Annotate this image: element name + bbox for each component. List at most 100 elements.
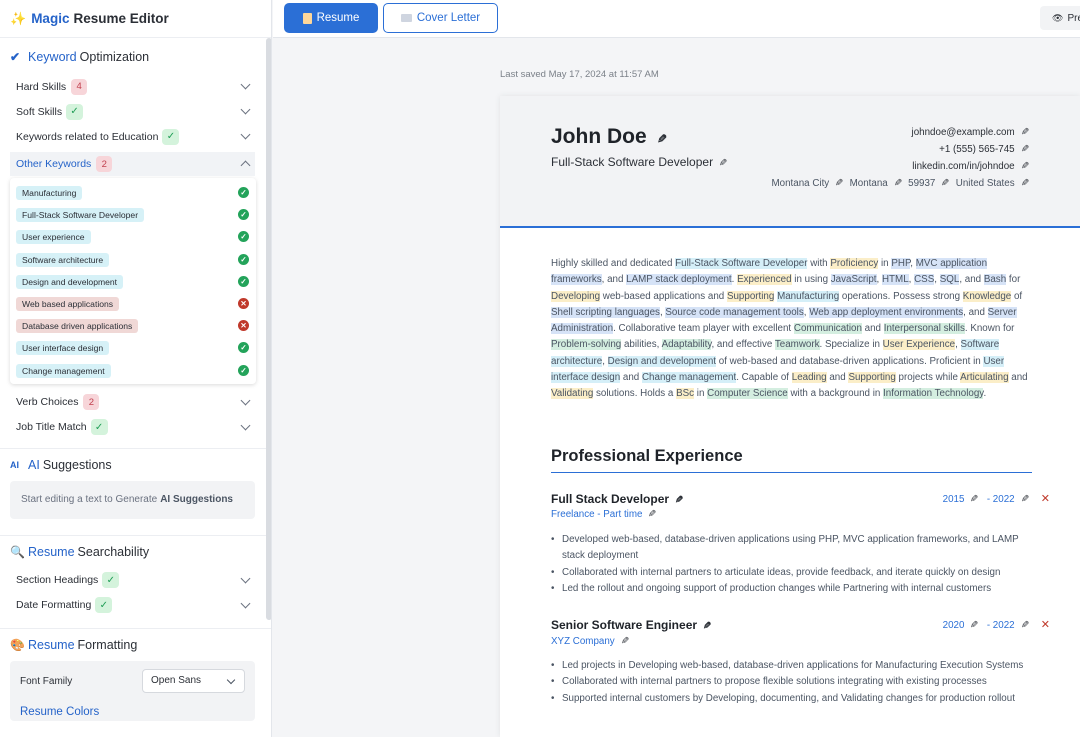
envelope-icon [400, 14, 412, 22]
keyword-optimization-header[interactable]: ✔ Keyword Optimization [0, 40, 271, 74]
keyword-highlight: Adaptability [661, 339, 712, 351]
preview-button[interactable]: 👁 Pre [1040, 6, 1080, 30]
job-title[interactable]: Senior Software Engineer ✎ [551, 618, 711, 632]
resume-colors-label[interactable]: Resume Colors [20, 706, 99, 718]
tab-cover-letter[interactable]: Cover Letter [383, 3, 498, 33]
pencil-icon[interactable]: ✎ [1021, 161, 1029, 172]
keyword-highlight: Shell scripting languages [551, 306, 660, 318]
summary-text: , [955, 339, 961, 351]
sidebar-item-hard-skills[interactable]: Hard Skills 4 [0, 74, 271, 99]
summary-text: operations. Possess strong [839, 290, 963, 302]
keyword-item[interactable]: Software architecture ✓ [10, 249, 256, 271]
tab-resume[interactable]: Resume [284, 3, 378, 33]
sidebar-item-soft-skills[interactable]: Soft Skills ✓ [0, 99, 271, 124]
sidebar-item-education-keywords[interactable]: Keywords related to Education ✓ [0, 124, 271, 149]
job-company[interactable]: Freelance - Part time ✎ [551, 509, 657, 520]
keyword-item[interactable]: Design and development ✓ [10, 271, 256, 293]
pencil-icon[interactable]: ✎ [1021, 144, 1029, 155]
keyword-item[interactable]: Full-Stack Software Developer ✓ [10, 204, 256, 226]
pencil-icon[interactable]: ✎ [894, 178, 902, 189]
pencil-icon[interactable]: ✎ [657, 132, 667, 146]
sidebar-item-section-headings[interactable]: Section Headings ✓ [0, 568, 271, 593]
summary-text: . Collaborative team player with excelle… [613, 323, 794, 335]
pencil-icon[interactable]: ✎ [675, 495, 683, 506]
summary-text: . Specialize in [819, 339, 883, 351]
keyword-item[interactable]: User experience ✓ [10, 226, 256, 248]
pencil-icon[interactable]: ✎ [621, 636, 629, 647]
address-country[interactable]: United States ✎ [956, 178, 1029, 189]
summary-text: , [602, 355, 608, 367]
chevron-down-icon [240, 420, 251, 431]
pencil-icon[interactable]: ✎ [970, 620, 978, 631]
keyword-highlight: Full-Stack Software Developer [675, 258, 808, 269]
job-title[interactable]: Full Stack Developer ✎ [551, 492, 683, 506]
delete-icon[interactable]: ✕ [1041, 618, 1050, 631]
pencil-icon[interactable]: ✎ [1021, 494, 1029, 505]
job-bullets: Led projects in Developing web-based, da… [551, 658, 1032, 708]
keyword-highlight: Supporting [848, 372, 896, 384]
professional-summary[interactable]: Highly skilled and dedicated Full-Stack … [551, 256, 1034, 403]
x-circle-icon: ✕ [238, 297, 249, 309]
ai-suggestions-box: Start editing a text to Generate AI Sugge… [10, 480, 255, 519]
list-item[interactable]: Collaborated with internal partners to p… [551, 674, 1032, 691]
pencil-icon[interactable]: ✎ [835, 178, 843, 189]
keyword-item[interactable]: User interface design ✓ [10, 337, 256, 359]
brand-prefix: Magic [31, 11, 70, 26]
job-dates[interactable]: 2015 ✎ - 2022 ✎ [943, 494, 1029, 505]
font-family-select[interactable]: Open Sans [142, 668, 245, 693]
address-state[interactable]: Montana ✎ [850, 178, 903, 189]
check-circle-icon: ✓ [238, 231, 249, 243]
ai-suggestions-header[interactable]: AI AI Suggestions [0, 449, 271, 481]
keyword-highlight: Teamwork [774, 339, 820, 351]
job-company[interactable]: XYZ Company ✎ [551, 636, 629, 647]
formatting-header[interactable]: 🎨 Resume Formatting [0, 629, 271, 661]
address-city[interactable]: Montana City ✎ [771, 178, 843, 189]
check-badge: ✓ [95, 597, 113, 614]
pencil-icon[interactable]: ✎ [1021, 620, 1029, 631]
keyword-highlight: LAMP stack deployment [626, 274, 732, 286]
keyword-item[interactable]: Web based applications ✕ [10, 293, 256, 315]
sidebar-item-verb-choices[interactable]: Verb Choices 2 [0, 390, 271, 415]
keyword-item[interactable]: Database driven applications ✕ [10, 315, 256, 337]
pencil-icon[interactable]: ✎ [719, 158, 727, 169]
check-circle-icon: ✓ [238, 364, 249, 376]
keyword-item[interactable]: Manufacturing ✓ [10, 182, 256, 204]
list-item[interactable]: Developed web-based, database-driven app… [551, 532, 1032, 565]
summary-text: in using [791, 274, 831, 286]
ai-icon: AI [10, 459, 19, 470]
eye-icon: 👁 [1052, 12, 1064, 23]
section-heading-experience[interactable]: Professional Experience [551, 447, 1032, 473]
searchability-header[interactable]: 🔍 Resume Searchability [0, 536, 271, 568]
chevron-down-icon [240, 129, 251, 140]
pencil-icon[interactable]: ✎ [1021, 178, 1029, 189]
list-item[interactable]: Led the rollout and ongoing support of p… [551, 581, 1032, 598]
pencil-icon[interactable]: ✎ [703, 621, 711, 632]
sidebar-item-date-formatting[interactable]: Date Formatting ✓ [0, 593, 271, 618]
list-item[interactable]: Collaborated with internal partners to a… [551, 565, 1032, 582]
sidebar-scrollbar[interactable] [266, 38, 271, 620]
contact-phone[interactable]: +1 (555) 565-745 ✎ [939, 144, 1029, 155]
pencil-icon[interactable]: ✎ [970, 494, 978, 505]
checkmark-icon: ✔ [10, 50, 21, 64]
list-item[interactable]: Supported internal customers by Developi… [551, 691, 1032, 708]
keyword-item[interactable]: Change management ✓ [10, 360, 256, 382]
delete-icon[interactable]: ✕ [1041, 492, 1050, 505]
pencil-icon[interactable]: ✎ [1021, 127, 1029, 138]
contact-address: Montana City ✎ Montana ✎ 59937 ✎ United Sta… [771, 178, 1029, 189]
keyword-highlight: Change management [641, 372, 737, 384]
summary-text: of web-based and database-driven applica… [716, 355, 984, 367]
list-item[interactable]: Led projects in Developing web-based, da… [551, 658, 1032, 675]
sidebar-item-job-title-match[interactable]: Job Title Match ✓ [0, 415, 271, 440]
pencil-icon[interactable]: ✎ [941, 178, 949, 189]
keyword-highlight: Articulating [960, 372, 1009, 384]
contact-linkedin[interactable]: linkedin.com/in/johndoe ✎ [912, 161, 1029, 172]
summary-text: , and effective [711, 339, 775, 351]
pencil-icon[interactable]: ✎ [648, 509, 656, 520]
contact-email[interactable]: johndoe@example.com ✎ [912, 127, 1029, 138]
sidebar-item-other-keywords[interactable]: Other Keywords 2 [10, 152, 255, 176]
candidate-role[interactable]: Full-Stack Software Developer ✎ [551, 155, 727, 169]
sparkle-icon: ✨ [10, 10, 27, 26]
job-dates[interactable]: 2020 ✎ - 2022 ✎ [943, 620, 1029, 631]
address-zip[interactable]: 59937 ✎ [908, 178, 950, 189]
candidate-name[interactable]: John Doe ✎ [551, 125, 667, 149]
